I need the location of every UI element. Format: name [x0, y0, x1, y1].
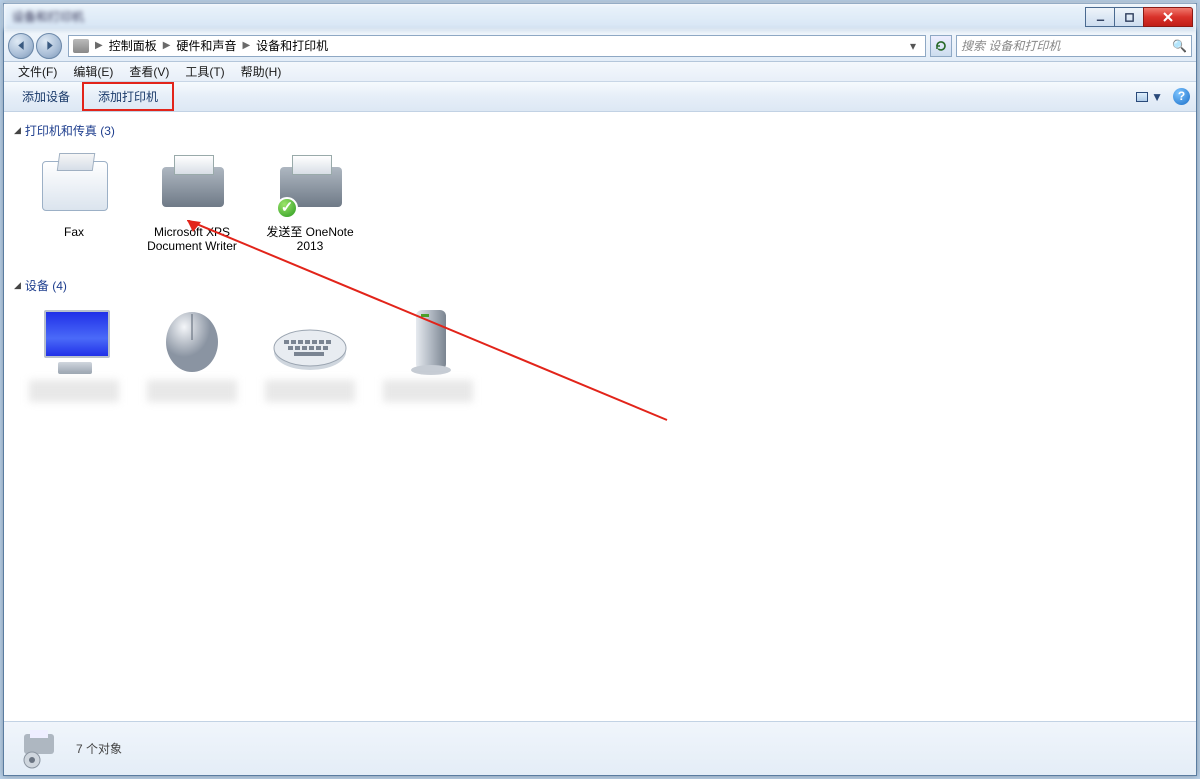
- status-bar: 7 个对象: [4, 721, 1196, 775]
- search-icon: 🔍: [1172, 39, 1187, 53]
- menu-bar: 文件(F) 编辑(E) 查看(V) 工具(T) 帮助(H): [4, 62, 1196, 82]
- device-item-drive[interactable]: [378, 304, 478, 402]
- device-label: [147, 380, 237, 402]
- section-devices-header[interactable]: ◢ 设备 (4): [14, 271, 1196, 302]
- device-label: Fax: [24, 225, 124, 239]
- device-item-monitor[interactable]: [24, 304, 124, 402]
- device-label: Microsoft XPS Document Writer: [142, 225, 242, 253]
- external-drive-icon: [388, 304, 468, 376]
- device-label: 发送至 OneNote 2013: [260, 225, 360, 253]
- forward-button[interactable]: [36, 33, 62, 59]
- chevron-right-icon[interactable]: ▶: [163, 40, 171, 51]
- status-icon: [18, 728, 62, 770]
- fax-icon: [34, 149, 114, 221]
- menu-file[interactable]: 文件(F): [10, 61, 65, 82]
- location-icon: [73, 39, 89, 53]
- section-printers-header[interactable]: ◢ 打印机和传真 (3): [14, 116, 1196, 147]
- keyboard-icon: [270, 304, 350, 376]
- mouse-icon: [152, 304, 232, 376]
- breadcrumb[interactable]: 硬件和声音: [176, 37, 236, 54]
- collapse-icon: ◢: [14, 125, 21, 136]
- menu-tools[interactable]: 工具(T): [177, 61, 232, 82]
- printers-list: Fax Microsoft XPS Document Writer ✓ 发送至 …: [14, 147, 1196, 271]
- device-item-keyboard[interactable]: [260, 304, 360, 402]
- device-label: [29, 380, 119, 402]
- chevron-right-icon[interactable]: ▶: [242, 40, 250, 51]
- minimize-button[interactable]: [1085, 7, 1115, 27]
- window-title: 设备和打印机: [12, 8, 84, 25]
- breadcrumb[interactable]: 设备和打印机: [256, 37, 328, 54]
- chevron-right-icon[interactable]: ▶: [95, 40, 103, 51]
- device-label: [265, 380, 355, 402]
- section-title: 打印机和传真 (3): [25, 122, 115, 139]
- monitor-icon: [34, 304, 114, 376]
- nav-bar: ▶ 控制面板 ▶ 硬件和声音 ▶ 设备和打印机 ▾ 搜索 设备和打印机 🔍: [4, 30, 1196, 62]
- titlebar[interactable]: 设备和打印机: [4, 4, 1196, 30]
- address-bar[interactable]: ▶ 控制面板 ▶ 硬件和声音 ▶ 设备和打印机 ▾: [68, 35, 926, 57]
- status-text: 7 个对象: [76, 740, 122, 757]
- search-placeholder: 搜索 设备和打印机: [961, 37, 1060, 54]
- add-printer-button[interactable]: 添加打印机: [82, 82, 174, 111]
- menu-edit[interactable]: 编辑(E): [65, 61, 121, 82]
- back-button[interactable]: [8, 33, 34, 59]
- refresh-button[interactable]: [930, 35, 952, 57]
- view-options-button[interactable]: ▼: [1136, 90, 1163, 104]
- collapse-icon: ◢: [14, 280, 21, 291]
- help-button[interactable]: ?: [1173, 88, 1190, 105]
- toolbar: 添加设备 添加打印机 ▼ ?: [4, 82, 1196, 112]
- close-button[interactable]: [1143, 7, 1193, 27]
- address-dropdown[interactable]: ▾: [905, 39, 921, 53]
- printer-icon: ✓: [270, 149, 350, 221]
- device-item-mouse[interactable]: [142, 304, 242, 402]
- add-device-button[interactable]: 添加设备: [10, 83, 82, 110]
- menu-help[interactable]: 帮助(H): [233, 61, 290, 82]
- device-item-fax[interactable]: Fax: [24, 149, 124, 253]
- search-input[interactable]: 搜索 设备和打印机 🔍: [956, 35, 1192, 57]
- device-item-onenote[interactable]: ✓ 发送至 OneNote 2013: [260, 149, 360, 253]
- device-label: [383, 380, 473, 402]
- default-check-icon: ✓: [276, 197, 298, 219]
- window-controls: [1086, 7, 1193, 27]
- devices-list: [14, 302, 1196, 420]
- menu-view[interactable]: 查看(V): [121, 61, 177, 82]
- content-area: ◢ 打印机和传真 (3) Fax Microsoft XPS Document …: [4, 112, 1196, 721]
- explorer-window: 设备和打印机 ▶ 控制面板 ▶ 硬件和声音 ▶ 设备和打印机 ▾ 搜索 设备和打…: [3, 3, 1197, 776]
- breadcrumb[interactable]: 控制面板: [109, 37, 157, 54]
- nav-buttons: [8, 33, 64, 59]
- maximize-button[interactable]: [1114, 7, 1144, 27]
- section-title: 设备 (4): [25, 277, 67, 294]
- device-item-xps[interactable]: Microsoft XPS Document Writer: [142, 149, 242, 253]
- printer-icon: [152, 149, 232, 221]
